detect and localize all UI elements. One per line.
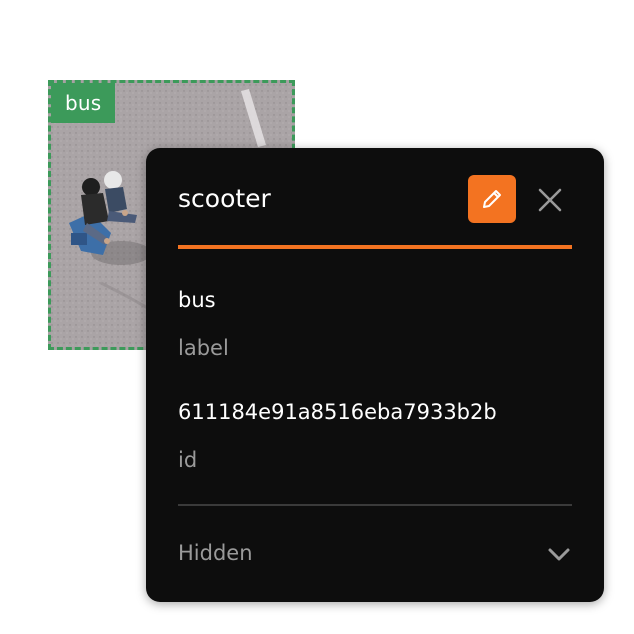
field-key-id: id — [178, 448, 198, 472]
section-divider — [178, 504, 572, 506]
field-key-label: label — [178, 336, 229, 360]
hidden-section-label: Hidden — [178, 541, 253, 565]
field-value-id: 611184e91a8516eba7933b2b — [178, 400, 497, 424]
bbox-label-tag[interactable]: bus — [51, 83, 116, 123]
field-value-label: bus — [178, 288, 216, 312]
edit-button[interactable] — [468, 175, 516, 223]
label-details-popover: scooter bus label 611184e91a8516eba7933b… — [146, 148, 604, 602]
header-divider — [178, 245, 572, 249]
hidden-section-toggle[interactable]: Hidden — [178, 538, 572, 572]
close-icon — [538, 188, 562, 212]
annotation-viewer: bus scooter bus label 611184e91a8516eba7… — [0, 0, 634, 634]
chevron-down-icon — [548, 548, 570, 561]
close-button[interactable] — [535, 185, 565, 215]
pencil-icon — [483, 190, 501, 208]
popover-title: scooter — [178, 184, 271, 213]
